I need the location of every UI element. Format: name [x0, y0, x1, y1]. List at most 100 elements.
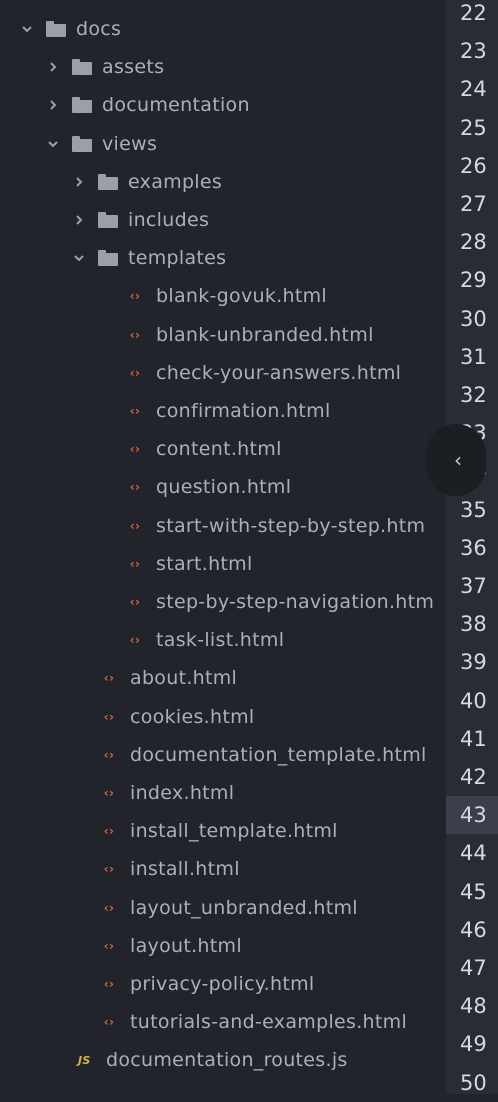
- line-number: 45: [460, 879, 487, 904]
- tree-file-row[interactable]: ‹› tutorials-and-examples.html: [0, 1003, 446, 1041]
- html-file-icon: ‹›: [129, 442, 141, 457]
- tree-item-label: blank-govuk.html: [156, 285, 327, 308]
- tree-file-row[interactable]: ‹› start-with-step-by-step.htm: [0, 507, 446, 545]
- tree-file-row[interactable]: ‹› content.html: [0, 430, 446, 468]
- tree-file-row[interactable]: ‹› documentation_template.html: [0, 736, 446, 774]
- folder-icon: [98, 212, 118, 228]
- tree-item-label: docs: [76, 18, 122, 40]
- tree-item-label: question.html: [156, 476, 292, 499]
- tree-folder-row[interactable]: documentation: [0, 86, 446, 124]
- line-number: 28: [460, 230, 487, 255]
- tree-item-label: documentation_template.html: [130, 743, 427, 766]
- tree-file-row[interactable]: ‹› layout.html: [0, 927, 446, 965]
- html-file-icon: ‹›: [129, 518, 141, 533]
- tree-item-label: index.html: [130, 782, 235, 804]
- tree-file-row[interactable]: ‹› check-your-answers.html: [0, 354, 446, 392]
- line-number-gutter: 2223242526272829303132333435363738394041…: [446, 0, 498, 1095]
- line-number: 23: [460, 39, 487, 64]
- tree-item-label: examples: [128, 170, 223, 193]
- line-number: 37: [460, 574, 487, 598]
- html-file-icon: ‹›: [103, 1015, 115, 1030]
- tree-item-label: documentation_routes.js: [106, 1049, 348, 1072]
- tree-file-row[interactable]: ‹› blank-govuk.html: [0, 277, 446, 315]
- tree-file-row[interactable]: ‹› layout_unbranded.html: [0, 889, 446, 927]
- folder-icon: [98, 250, 118, 267]
- tree-file-row[interactable]: ‹› install.html: [0, 850, 446, 888]
- tree-folder-row[interactable]: includes: [0, 201, 446, 239]
- line-number: 43: [446, 796, 498, 835]
- html-file-icon: ‹›: [129, 404, 141, 418]
- tree-file-row[interactable]: ‹› start.html: [0, 545, 446, 583]
- tree-item-label: install_template.html: [130, 820, 338, 843]
- html-file-icon: ‹›: [103, 977, 115, 991]
- line-number: 30: [460, 306, 487, 331]
- tree-file-row[interactable]: ‹› question.html: [0, 468, 446, 506]
- tree-item-label: documentation: [102, 94, 250, 117]
- tree-item-label: includes: [128, 209, 210, 231]
- tree-folder-row[interactable]: templates: [0, 239, 446, 277]
- chevron-right-icon[interactable]: [70, 211, 88, 229]
- tree-item-label: install.html: [130, 858, 240, 881]
- line-number: 39: [460, 650, 487, 675]
- line-number: 26: [460, 153, 487, 178]
- line-number: 41: [460, 726, 487, 751]
- tree-file-row[interactable]: ‹› index.html: [0, 774, 446, 812]
- tree-item-label: layout.html: [130, 934, 242, 957]
- folder-icon: [72, 59, 92, 76]
- line-number: 32: [460, 383, 487, 407]
- chevron-down-icon[interactable]: [70, 249, 88, 267]
- tree-item-label: assets: [102, 56, 165, 79]
- tree-item-label: check-your-answers.html: [156, 361, 402, 384]
- line-number: 49: [460, 1032, 487, 1057]
- html-file-icon: ‹›: [129, 556, 141, 571]
- line-number: 27: [460, 192, 487, 216]
- line-number: 31: [460, 344, 487, 369]
- html-file-icon: ‹›: [129, 480, 141, 495]
- line-number: 44: [460, 841, 487, 866]
- html-file-icon: ‹›: [103, 709, 115, 724]
- html-file-icon: ‹›: [129, 365, 141, 380]
- chevron-down-icon[interactable]: [44, 135, 62, 153]
- tree-folder-row[interactable]: docs: [0, 10, 446, 48]
- tree-file-row[interactable]: ‹› confirmation.html: [0, 392, 446, 430]
- tree-file-row[interactable]: ‹› step-by-step-navigation.htm: [0, 583, 446, 621]
- file-tree-panel: docs assets documentation views examples incl…: [0, 0, 446, 1094]
- chevron-right-icon[interactable]: [44, 58, 62, 76]
- tree-item-label: start.html: [156, 552, 253, 575]
- tree-folder-row[interactable]: assets: [0, 48, 446, 86]
- tree-file-row[interactable]: ‹› task-list.html: [0, 621, 446, 659]
- line-number: 25: [460, 115, 487, 140]
- line-number: 40: [460, 688, 487, 713]
- tree-item-label: templates: [128, 247, 227, 270]
- line-number: 48: [460, 994, 487, 1019]
- tree-file-row[interactable]: ‹› cookies.html: [0, 698, 446, 736]
- tree-file-row[interactable]: ‹› blank-unbranded.html: [0, 316, 446, 354]
- tree-file-row[interactable]: ‹› install_template.html: [0, 812, 446, 850]
- tree-folder-row[interactable]: views: [0, 125, 446, 163]
- tree-item-label: start-with-step-by-step.htm: [156, 514, 426, 537]
- line-number: 42: [460, 765, 487, 789]
- tree-item-label: confirmation.html: [156, 400, 331, 422]
- line-number: 36: [460, 535, 487, 560]
- chevron-right-icon[interactable]: [44, 96, 62, 114]
- folder-icon: [72, 97, 92, 114]
- tree-item-label: tutorials-and-examples.html: [130, 1011, 408, 1034]
- chevron-down-icon[interactable]: [18, 20, 36, 38]
- collapse-panel-button[interactable]: ‹: [426, 424, 486, 496]
- line-number: 29: [460, 268, 487, 293]
- tree-item-label: privacy-policy.html: [130, 973, 315, 995]
- tree-file-row[interactable]: ‹› privacy-policy.html: [0, 965, 446, 1003]
- chevron-right-icon[interactable]: [70, 173, 88, 191]
- line-number: 46: [460, 917, 487, 942]
- line-number: 38: [460, 612, 487, 637]
- html-file-icon: ‹›: [129, 289, 141, 304]
- folder-icon: [46, 21, 66, 37]
- tree-file-row[interactable]: ‹› about.html: [0, 659, 446, 697]
- html-file-icon: ‹›: [103, 900, 115, 915]
- line-number: 24: [460, 77, 487, 102]
- line-number: 22: [460, 1, 487, 25]
- html-file-icon: ‹›: [129, 633, 141, 648]
- tree-item-label: views: [102, 132, 158, 155]
- tree-folder-row[interactable]: examples: [0, 163, 446, 201]
- tree-file-row[interactable]: JS documentation_routes.js: [0, 1041, 446, 1079]
